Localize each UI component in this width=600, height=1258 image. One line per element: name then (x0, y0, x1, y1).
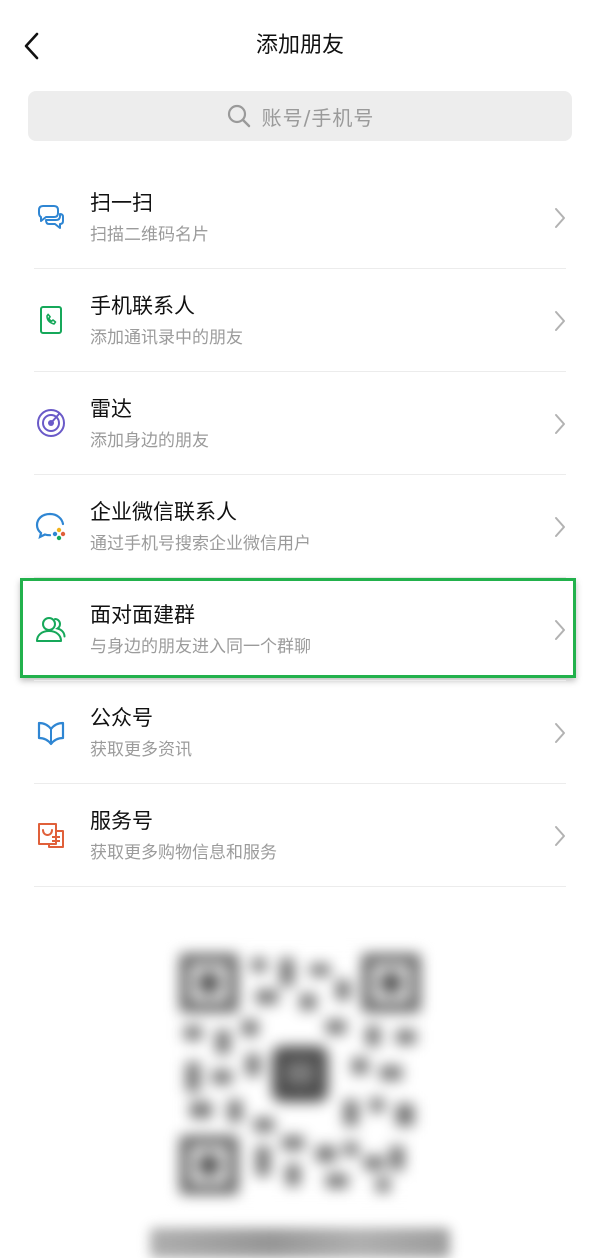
scan-icon (34, 200, 68, 234)
menu-item-title: 面对面建群 (90, 603, 195, 627)
menu-item-title: 公众号 (90, 706, 153, 730)
chevron-right-icon (552, 618, 568, 642)
menu-item-subtitle: 扫描二维码名片 (90, 225, 209, 245)
menu-item-scan[interactable]: 扫一扫 扫描二维码名片 (0, 166, 600, 269)
menu-item-title: 雷达 (90, 397, 132, 421)
qr-caption (150, 1228, 450, 1258)
phone-contact-icon (34, 303, 68, 337)
menu-item-subtitle: 与身边的朋友进入同一个群聊 (90, 637, 311, 657)
radar-icon (34, 406, 68, 440)
group-icon (34, 612, 68, 646)
qr-code-icon (176, 950, 424, 1198)
page-title: 添加朋友 (255, 33, 344, 58)
menu-item-official-accounts[interactable]: 公众号 获取更多资讯 (0, 681, 600, 784)
menu-item-title: 企业微信联系人 (90, 500, 237, 524)
service-account-icon (34, 818, 68, 852)
my-qr-code[interactable] (176, 950, 424, 1198)
menu-item-subtitle: 获取更多资讯 (90, 740, 192, 760)
menu-item-title: 手机联系人 (90, 294, 195, 318)
official-account-icon (34, 715, 68, 749)
menu-item-subtitle: 通过手机号搜索企业微信用户 (90, 534, 311, 554)
nav-bar: 添加朋友 (0, 0, 600, 92)
chevron-right-icon (552, 515, 568, 539)
chevron-right-icon (552, 412, 568, 436)
menu-item-subtitle: 添加身边的朋友 (90, 431, 209, 451)
chevron-right-icon (552, 206, 568, 230)
menu-item-face-to-face-group[interactable]: 面对面建群 与身边的朋友进入同一个群聊 (0, 578, 600, 681)
search-input[interactable]: 账号/手机号 (28, 91, 572, 141)
chevron-right-icon (552, 309, 568, 333)
menu-item-service-accounts[interactable]: 服务号 获取更多购物信息和服务 (0, 784, 600, 887)
menu-item-wecom-contacts[interactable]: 企业微信联系人 通过手机号搜索企业微信用户 (0, 475, 600, 578)
menu-item-subtitle: 获取更多购物信息和服务 (90, 843, 277, 863)
menu-item-phone-contacts[interactable]: 手机联系人 添加通讯录中的朋友 (0, 269, 600, 372)
menu-item-radar[interactable]: 雷达 添加身边的朋友 (0, 372, 600, 475)
search-placeholder: 账号/手机号 (261, 105, 375, 130)
chevron-right-icon (552, 824, 568, 848)
menu-item-title: 服务号 (90, 809, 153, 833)
wecom-icon (34, 509, 68, 543)
chevron-right-icon (552, 721, 568, 745)
add-friend-menu: 扫一扫 扫描二维码名片 手机联系人 添加通讯录中的朋友 雷达 添加身边的朋友 企… (0, 166, 600, 887)
search-icon (226, 103, 252, 129)
menu-item-title: 扫一扫 (90, 191, 153, 215)
menu-item-subtitle: 添加通讯录中的朋友 (90, 328, 243, 348)
